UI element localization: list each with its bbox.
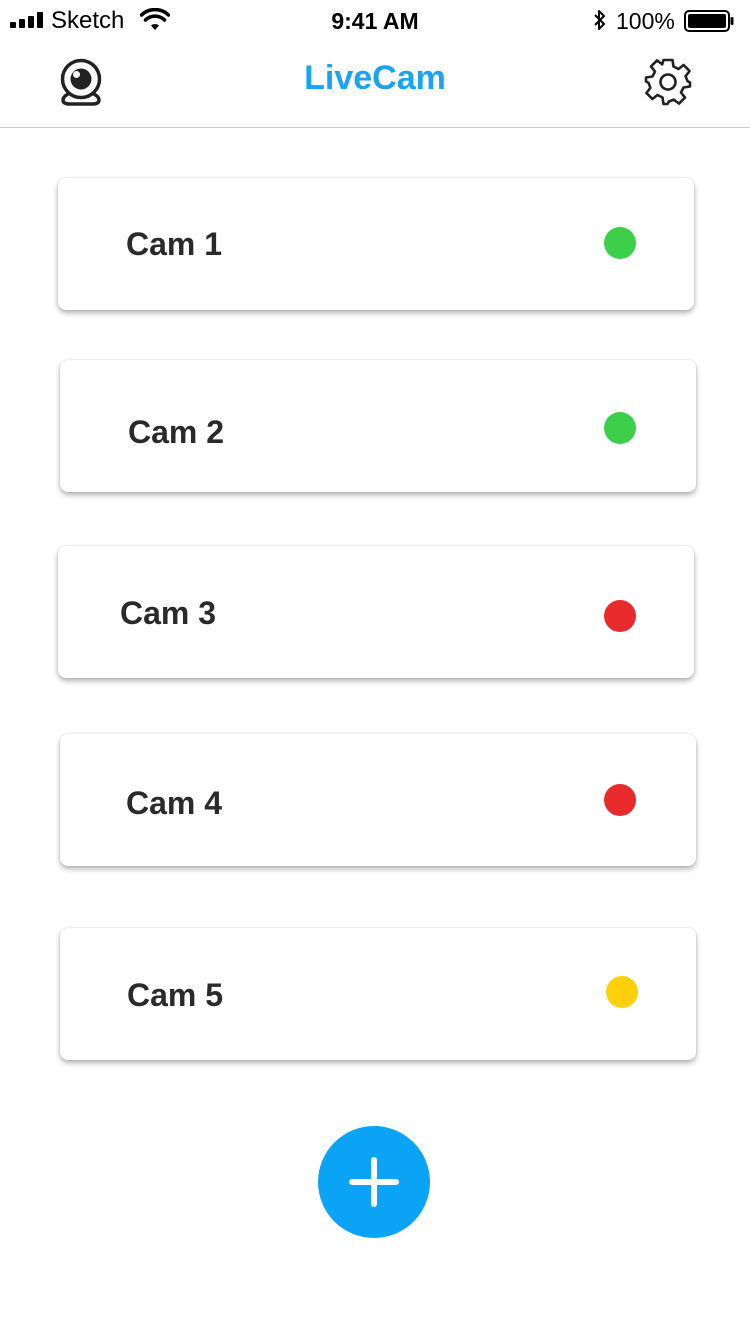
battery-percent: 100%: [616, 8, 675, 34]
camera-card-2[interactable]: Cam 2: [60, 360, 696, 492]
carrier-label: Sketch: [51, 7, 125, 34]
status-indicator: [604, 412, 636, 444]
add-camera-button[interactable]: [318, 1126, 430, 1238]
signal-icon: [10, 12, 46, 28]
page-title: LiveCam: [304, 59, 446, 97]
camera-card-3[interactable]: Cam 3: [58, 546, 694, 678]
camera-label: Cam 4: [126, 785, 223, 821]
status-indicator: [604, 784, 636, 816]
status-indicator: [604, 227, 636, 259]
gear-icon[interactable]: [640, 54, 696, 110]
nav-bar: LiveCam: [0, 40, 750, 128]
camera-label: Cam 1: [126, 226, 223, 262]
camera-card-5[interactable]: Cam 5: [60, 928, 696, 1060]
status-indicator: [606, 976, 638, 1008]
camera-card-4[interactable]: Cam 4: [60, 734, 696, 866]
status-bar: Sketch 9:41 AM 100%: [0, 0, 750, 40]
status-indicator: [604, 600, 636, 632]
camera-label: Cam 3: [120, 595, 217, 631]
camera-card-1[interactable]: Cam 1: [58, 178, 694, 310]
plus-icon: [349, 1157, 399, 1207]
battery-icon: [684, 10, 734, 32]
bluetooth-icon: [594, 10, 605, 30]
camera-label: Cam 5: [127, 977, 224, 1013]
camera-label: Cam 2: [128, 414, 225, 450]
wifi-icon: [140, 8, 170, 30]
